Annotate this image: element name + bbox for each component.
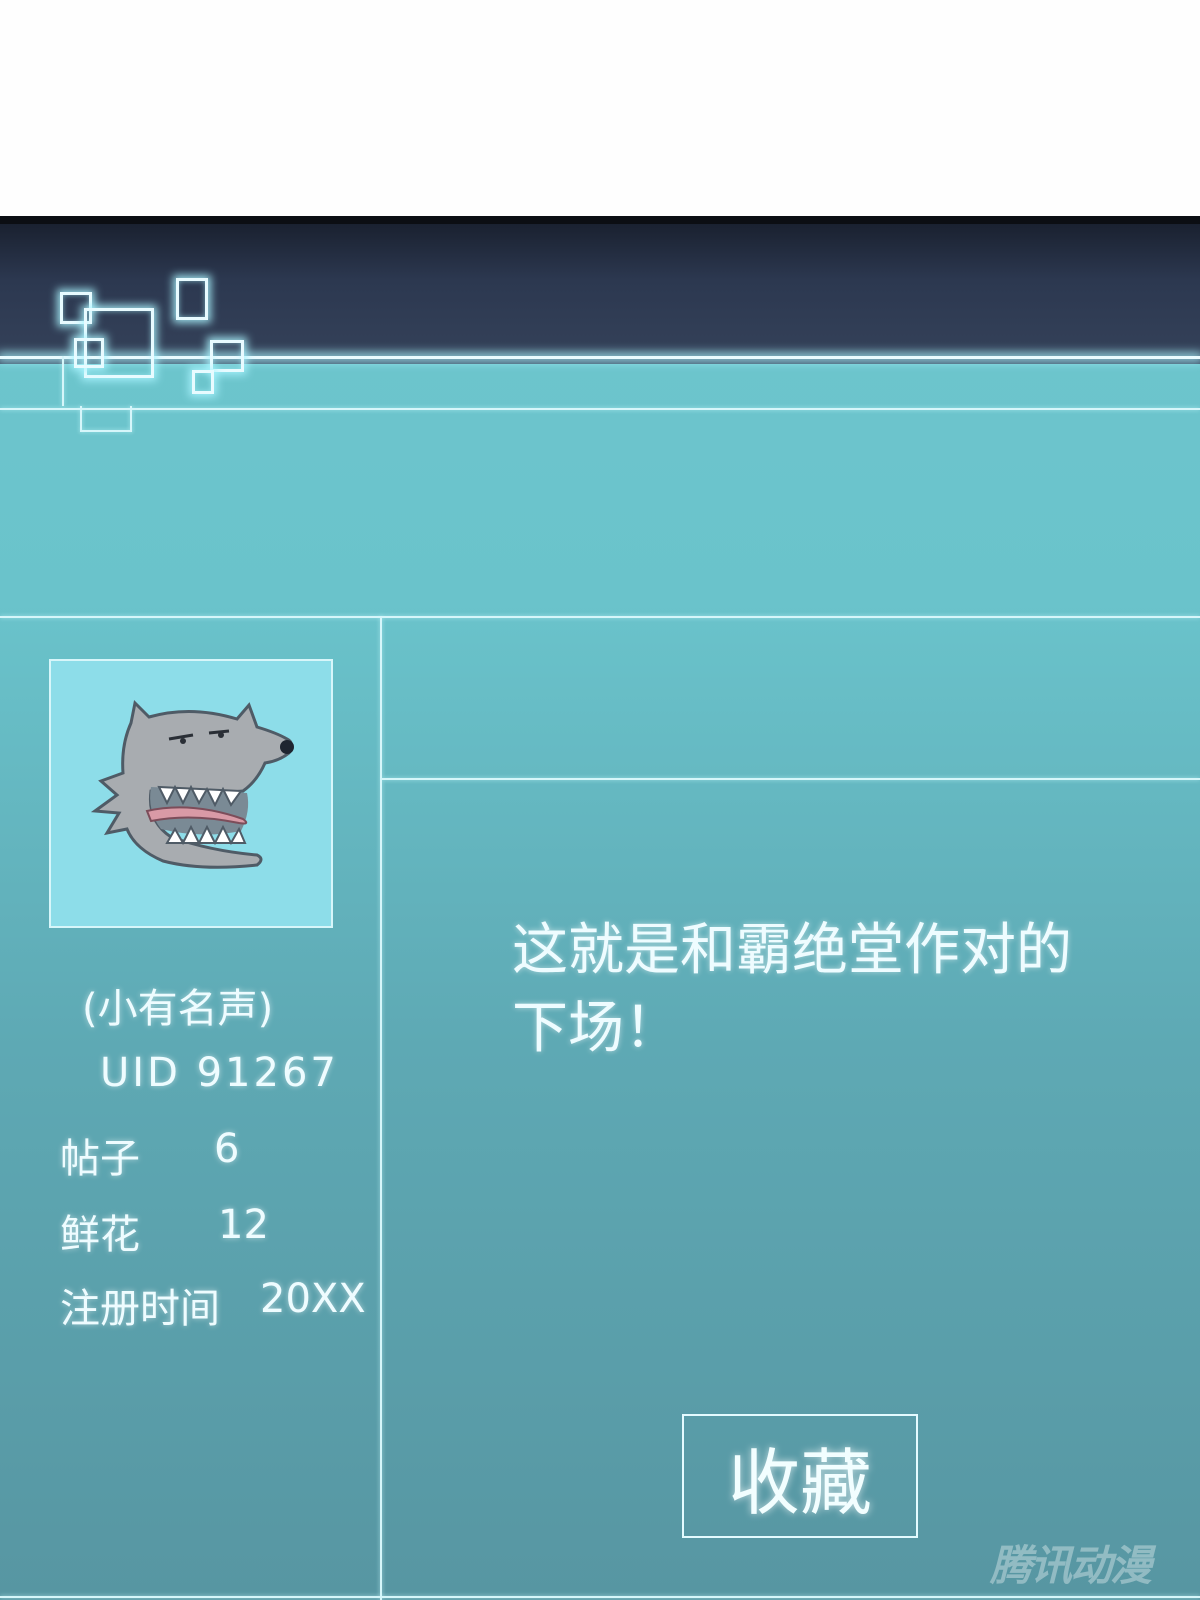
stat-flowers-value: 12	[218, 1202, 269, 1248]
watermark-logo: 腾讯动漫	[990, 1541, 1152, 1590]
user-uid: UID 91267	[100, 1050, 339, 1096]
post-title-divider	[382, 778, 1200, 780]
header-glow-line	[0, 356, 1200, 359]
stat-posts: 帖子 6	[60, 1126, 239, 1184]
stat-register-label: 注册时间	[60, 1286, 220, 1332]
post-bottom-border	[0, 1596, 1200, 1598]
white-margin	[0, 0, 1200, 216]
post-divider	[380, 616, 382, 1600]
wolf-avatar-icon	[90, 699, 294, 869]
post-message: 这就是和霸绝堂作对的下场！	[512, 918, 1072, 1061]
avatar[interactable]	[49, 659, 333, 928]
stat-posts-label: 帖子	[60, 1136, 140, 1182]
stat-register-value: 20XX	[260, 1276, 366, 1322]
post-top-border	[0, 616, 1200, 618]
forum-post-panel: (小有名声) UID 91267 帖子 6 鲜花 12 注册时间 20XX 这就…	[0, 216, 1200, 1600]
stat-flowers-label: 鲜花	[60, 1212, 140, 1258]
header-lower-line	[0, 408, 1200, 410]
stat-flowers: 鲜花 12	[60, 1202, 269, 1260]
user-rank: (小有名声)	[82, 986, 274, 1032]
favorite-button[interactable]: 收藏	[682, 1414, 918, 1538]
stat-register-time: 注册时间 20XX	[60, 1276, 366, 1334]
stat-posts-value: 6	[214, 1126, 240, 1172]
